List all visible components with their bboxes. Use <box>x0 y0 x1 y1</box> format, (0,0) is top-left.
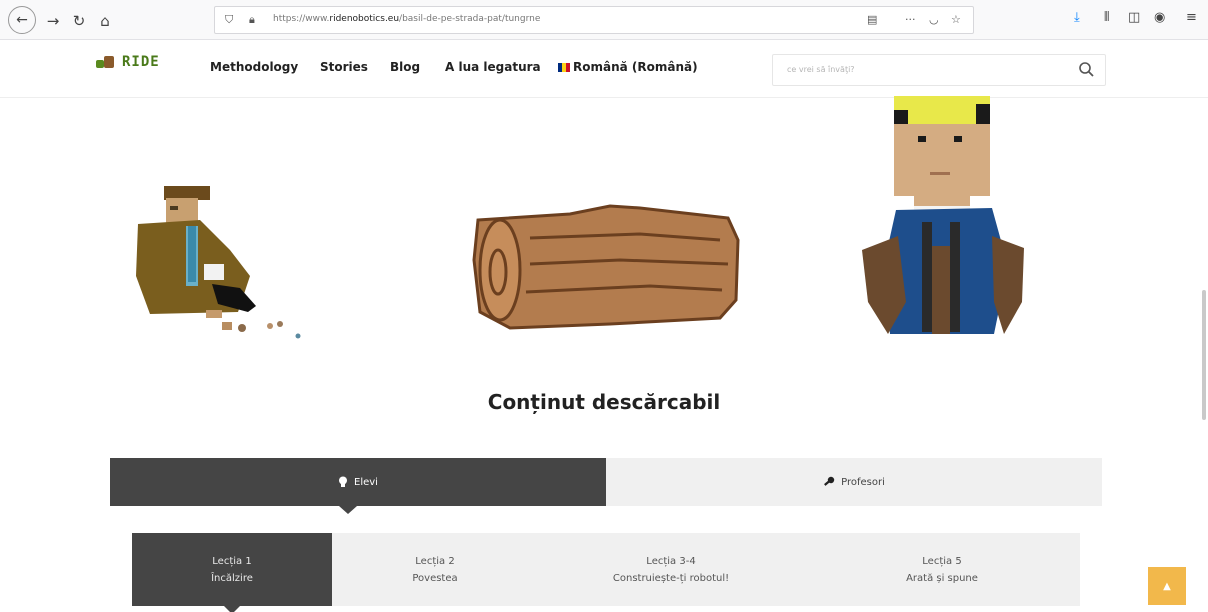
tab-elevi-label: Elevi <box>354 476 378 488</box>
key-icon <box>824 476 835 486</box>
browser-toolbar: ← → ↻ ⌂ ⛉ 🔒︎ https://www.ridenobotics.eu… <box>0 0 1208 40</box>
lesson-title: Arată și spune <box>906 572 978 584</box>
romania-flag-icon <box>558 63 570 72</box>
site-header: RIDE Methodology Stories Blog A lua lega… <box>0 42 1208 98</box>
nav-stories[interactable]: Stories <box>320 60 368 74</box>
log-illustration <box>472 204 740 330</box>
lock-icon[interactable]: 🔒︎ <box>249 13 255 27</box>
page-actions-icon[interactable]: ··· <box>905 13 916 26</box>
back-button[interactable]: ← <box>8 6 36 34</box>
lesson-tab-3-4[interactable]: Lecția 3-4 Construiește-ți robotul! <box>538 533 804 606</box>
search-placeholder: ce vrei să învăţi? <box>787 65 855 74</box>
blonde-person-illustration <box>862 96 1024 334</box>
language-label: Română (Română) <box>573 60 698 74</box>
extension-icon[interactable]: ◉ <box>1154 10 1165 25</box>
downloadable-content-heading: Conținut descărcabil <box>487 390 721 414</box>
language-selector[interactable]: Română (Română) <box>558 60 698 74</box>
address-bar[interactable]: ⛉ 🔒︎ https://www.ridenobotics.eu/basil-d… <box>214 6 974 34</box>
url-prefix: https://www. <box>273 14 330 24</box>
url-host: ridenobotics.eu <box>329 14 400 24</box>
lesson-number: Lecția 3-4 <box>646 555 696 567</box>
menu-icon[interactable]: ≡ <box>1186 10 1197 25</box>
home-icon[interactable]: ⌂ <box>94 10 116 32</box>
pocket-icon[interactable]: ◡ <box>929 13 939 26</box>
bookmark-star-icon[interactable]: ☆ <box>951 13 961 26</box>
search-input[interactable]: ce vrei să învăţi? <box>772 54 1106 86</box>
nav-contact[interactable]: A lua legatura <box>445 60 541 74</box>
crouching-man-illustration <box>136 186 301 339</box>
lightbulb-icon <box>339 476 348 487</box>
tab-elevi[interactable]: Elevi <box>110 458 606 514</box>
lesson-title: Încălzire <box>211 572 253 584</box>
lesson-number: Lecția 2 <box>415 555 455 567</box>
forward-button[interactable]: → <box>42 10 64 32</box>
library-icon[interactable]: ⫴ <box>1104 10 1109 25</box>
lesson-number: Lecția 5 <box>922 555 962 567</box>
chevron-up-icon: ▲ <box>1163 580 1171 592</box>
reload-button[interactable]: ↻ <box>68 10 90 32</box>
lesson-title: Construiește-ți robotul! <box>612 572 730 584</box>
download-icon[interactable]: ⤓ <box>1074 10 1080 25</box>
lesson-tab-2[interactable]: Lecția 2 Povestea <box>332 533 538 606</box>
logo-mark-icon <box>96 54 118 70</box>
lesson-tabs: Lecția 1 Încălzire Lecția 2 Povestea Lec… <box>132 533 1080 612</box>
reader-view-icon[interactable]: ▤ <box>867 13 877 26</box>
sidebar-icon[interactable]: ◫ <box>1128 10 1140 25</box>
nav-methodology[interactable]: Methodology <box>210 60 298 74</box>
shield-icon[interactable]: ⛉ <box>225 13 233 27</box>
search-icon[interactable] <box>1077 60 1097 80</box>
page-scrollbar[interactable] <box>1202 290 1206 420</box>
scroll-to-top-button[interactable]: ▲ <box>1148 567 1186 605</box>
url-text: https://www.ridenobotics.eu/basil-de-pe-… <box>273 14 540 24</box>
lesson-title: Povestea <box>412 572 458 584</box>
ride-logo[interactable]: RIDE <box>96 54 160 70</box>
lesson-tab-5[interactable]: Lecția 5 Arată și spune <box>804 533 1080 606</box>
logo-text: RIDE <box>122 54 160 70</box>
lesson-number: Lecția 1 <box>212 555 252 567</box>
tab-profesori-label: Profesori <box>841 476 885 488</box>
tab-profesori[interactable]: Profesori <box>606 458 1102 506</box>
lesson-tab-1[interactable]: Lecția 1 Încălzire <box>132 533 332 612</box>
url-path: /basil-de-pe-strada-pat/tungrne <box>399 14 541 24</box>
audience-tabs: Elevi Profesori <box>110 458 1102 514</box>
nav-blog[interactable]: Blog <box>390 60 420 74</box>
